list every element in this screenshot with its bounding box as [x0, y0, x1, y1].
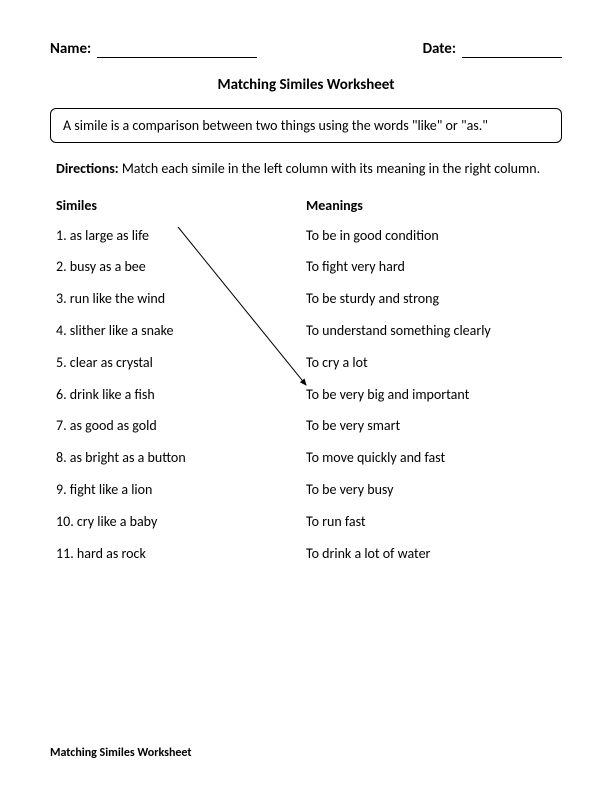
simile-item: 5. clear as crystal	[56, 355, 306, 372]
columns-container: Similes 1. as large as life 2. busy as a…	[56, 197, 556, 578]
date-field: Date:	[423, 40, 562, 58]
meaning-item: To be very busy	[306, 482, 556, 499]
simile-item: 4. slither like a snake	[56, 323, 306, 340]
similes-column: Similes 1. as large as life 2. busy as a…	[56, 197, 306, 578]
simile-item: 10. cry like a baby	[56, 514, 306, 531]
header-row: Name: Date:	[50, 40, 562, 58]
meaning-item: To be very smart	[306, 418, 556, 435]
footer-title: Matching Similes Worksheet	[50, 746, 192, 760]
name-field: Name:	[50, 40, 257, 58]
meaning-item: To be in good condition	[306, 228, 556, 245]
simile-item: 2. busy as a bee	[56, 259, 306, 276]
similes-header: Similes	[56, 197, 306, 214]
name-label: Name:	[50, 40, 91, 58]
simile-item: 9. fight like a lion	[56, 482, 306, 499]
meaning-item: To understand something clearly	[306, 323, 556, 340]
simile-item: 11. hard as rock	[56, 546, 306, 563]
worksheet-title: Matching Similes Worksheet	[50, 76, 562, 94]
meaning-item: To run fast	[306, 514, 556, 531]
meaning-item: To drink a lot of water	[306, 546, 556, 563]
meaning-item: To cry a lot	[306, 355, 556, 372]
definition-box: A simile is a comparison between two thi…	[50, 108, 562, 143]
directions-text: Match each simile in the left column wit…	[119, 160, 540, 177]
date-label: Date:	[423, 40, 456, 58]
meaning-item: To be very big and important	[306, 387, 556, 404]
meaning-item: To be sturdy and strong	[306, 291, 556, 308]
meaning-item: To move quickly and fast	[306, 450, 556, 467]
directions: Directions: Match each simile in the lef…	[56, 159, 556, 179]
name-input-line[interactable]	[97, 57, 257, 58]
simile-item: 6. drink like a fish	[56, 387, 306, 404]
directions-label: Directions:	[56, 160, 119, 177]
simile-item: 3. run like the wind	[56, 291, 306, 308]
meanings-column: Meanings To be in good condition To figh…	[306, 197, 556, 578]
definition-text: A simile is a comparison between two thi…	[63, 117, 488, 134]
meaning-item: To fight very hard	[306, 259, 556, 276]
meanings-header: Meanings	[306, 197, 556, 214]
simile-item: 1. as large as life	[56, 228, 306, 245]
date-input-line[interactable]	[462, 57, 562, 58]
simile-item: 7. as good as gold	[56, 418, 306, 435]
simile-item: 8. as bright as a button	[56, 450, 306, 467]
